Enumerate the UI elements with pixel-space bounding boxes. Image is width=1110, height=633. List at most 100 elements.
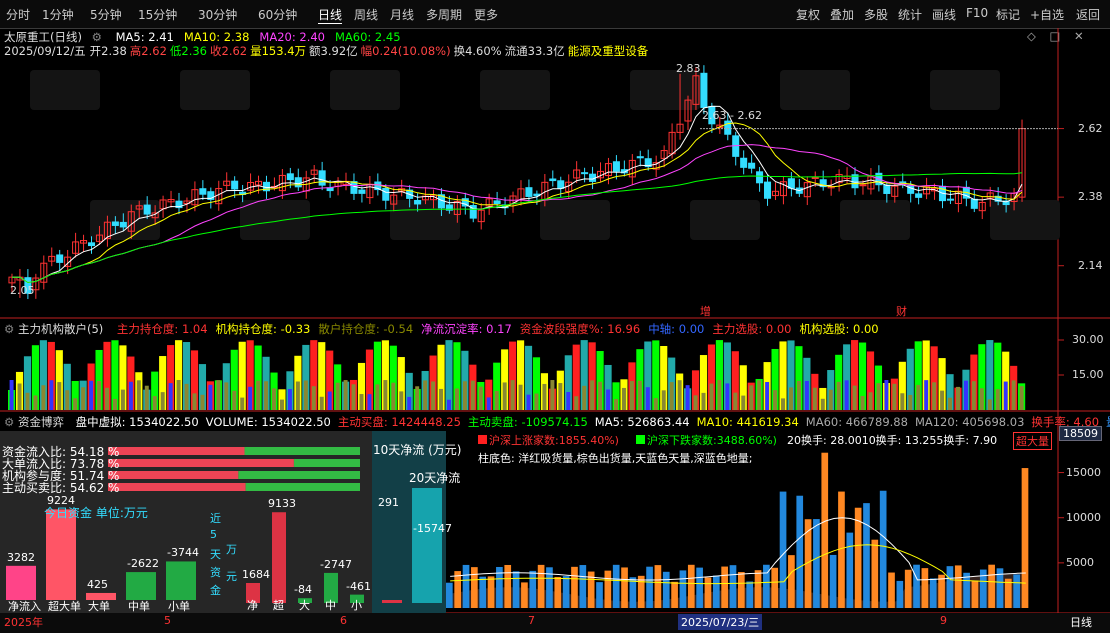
today-fund-category: 中单 bbox=[128, 600, 150, 613]
inst-subbar bbox=[884, 380, 889, 410]
today-fund-category: 净流入 bbox=[8, 600, 41, 613]
volume-bar bbox=[788, 555, 795, 608]
candle-body bbox=[350, 181, 358, 194]
ratio-bar-in bbox=[108, 447, 245, 455]
today-fund-value: 3282 bbox=[7, 550, 35, 564]
watermark bbox=[540, 200, 610, 240]
candle-body bbox=[199, 188, 207, 195]
today-fund-value: 425 bbox=[87, 577, 108, 591]
inst-subbar bbox=[105, 387, 110, 410]
volume-bar bbox=[554, 576, 562, 608]
inst-subbar bbox=[868, 392, 873, 410]
inst-subbar bbox=[637, 380, 642, 410]
inst-subbar bbox=[995, 389, 1000, 410]
inst-subbar bbox=[812, 387, 817, 410]
inst-subbar bbox=[128, 381, 133, 410]
inst-subbar bbox=[415, 386, 420, 410]
ratio-bar-out bbox=[245, 483, 360, 491]
inst-subbar bbox=[510, 380, 515, 410]
candle-body bbox=[859, 184, 867, 187]
volume-bar bbox=[712, 575, 720, 608]
event-marker[interactable]: 增 bbox=[700, 303, 711, 319]
ten-day-bar bbox=[382, 600, 402, 603]
event-marker[interactable]: 财 bbox=[896, 303, 907, 319]
inst-subbar bbox=[287, 389, 292, 410]
five-day-bar bbox=[272, 512, 286, 603]
inst-subbar bbox=[431, 381, 436, 410]
inst-subbar bbox=[311, 386, 316, 410]
candle-body bbox=[414, 199, 422, 205]
inst-subbar bbox=[343, 380, 348, 410]
volume-bars bbox=[446, 452, 1029, 608]
inst-subbar bbox=[97, 380, 102, 410]
inst-subbar bbox=[41, 385, 46, 410]
five-day-value: 9133 bbox=[268, 497, 296, 511]
today-fund-value: 9224 bbox=[47, 494, 75, 508]
inst-subbar bbox=[558, 383, 563, 410]
date-label: 5 bbox=[164, 614, 171, 627]
inst-subbar bbox=[486, 397, 491, 410]
volume-bar bbox=[462, 564, 470, 608]
watermark bbox=[630, 70, 700, 110]
inst-subbar bbox=[796, 380, 801, 410]
candle-body bbox=[740, 157, 748, 168]
today-fund-bar bbox=[126, 572, 156, 600]
candle-body bbox=[119, 221, 127, 228]
today-fund-category: 小单 bbox=[168, 600, 190, 613]
legend-desc: 柱底色: 洋红吸货量,棕色出货量,天蓝色天量,深蓝色地量; bbox=[478, 452, 753, 465]
inst-subbar bbox=[319, 396, 324, 410]
inst-subbar bbox=[279, 399, 284, 410]
volume-bar bbox=[521, 582, 528, 608]
volume-bar bbox=[879, 490, 887, 608]
volume-bar bbox=[604, 570, 612, 608]
volume-bar bbox=[1004, 578, 1012, 608]
ratio-bar-in bbox=[108, 483, 246, 491]
legend-down: 沪深下跌家数:3488.60%) bbox=[647, 434, 777, 447]
volume-bar bbox=[537, 564, 545, 608]
candle-body bbox=[87, 242, 96, 247]
volume-bar bbox=[704, 577, 712, 608]
five-day-title: 资 bbox=[210, 566, 221, 579]
inst-subbar bbox=[89, 380, 94, 410]
candle-body bbox=[525, 187, 533, 197]
today-fund-bar bbox=[166, 561, 196, 600]
volume-bar bbox=[662, 571, 670, 608]
inst-subbar bbox=[1011, 380, 1016, 410]
inst-subbar bbox=[916, 384, 921, 410]
volume-bar bbox=[771, 567, 779, 608]
today-fund-bar bbox=[6, 565, 36, 600]
inst-subbar bbox=[701, 392, 706, 410]
inst-subbar bbox=[645, 387, 650, 410]
volume-bar bbox=[612, 564, 620, 608]
candle-body bbox=[970, 198, 978, 209]
inst-subbar bbox=[669, 382, 674, 410]
price-label: 2.14 bbox=[1078, 258, 1103, 272]
candle-body bbox=[549, 178, 557, 182]
inst-subbar bbox=[765, 382, 770, 410]
five-day-value: -461 bbox=[346, 579, 371, 593]
inst-subbar bbox=[462, 381, 467, 410]
inst-subbar bbox=[367, 394, 372, 410]
date-label: 2025/07/23/三 bbox=[678, 614, 763, 630]
volume-bar bbox=[888, 572, 895, 608]
five-day-title: 5 bbox=[210, 528, 217, 541]
inst-subbar bbox=[582, 385, 587, 410]
inst-subbar bbox=[232, 390, 237, 410]
five-day-title: 天 bbox=[210, 548, 221, 561]
candle-body bbox=[326, 187, 334, 192]
inst-subbar bbox=[264, 381, 269, 410]
date-label: 2025年 bbox=[4, 616, 43, 629]
inst-subbar bbox=[1019, 386, 1024, 410]
ratio-bar-in bbox=[108, 459, 294, 467]
vol-axis-label: 5000 bbox=[1066, 555, 1094, 569]
inst-subbar bbox=[550, 380, 555, 410]
inst-subbar bbox=[725, 383, 730, 410]
volume-bar bbox=[621, 567, 628, 608]
legend-turnover: 20换手: 28.0010换手: 13.255换手: 7.90 bbox=[787, 434, 998, 447]
volume-bar bbox=[779, 491, 787, 608]
inst-subbar bbox=[956, 386, 960, 410]
inst-subbar bbox=[375, 384, 380, 410]
volume-bar bbox=[813, 519, 820, 608]
volume-bar bbox=[571, 566, 578, 608]
volume-bar bbox=[562, 576, 570, 608]
